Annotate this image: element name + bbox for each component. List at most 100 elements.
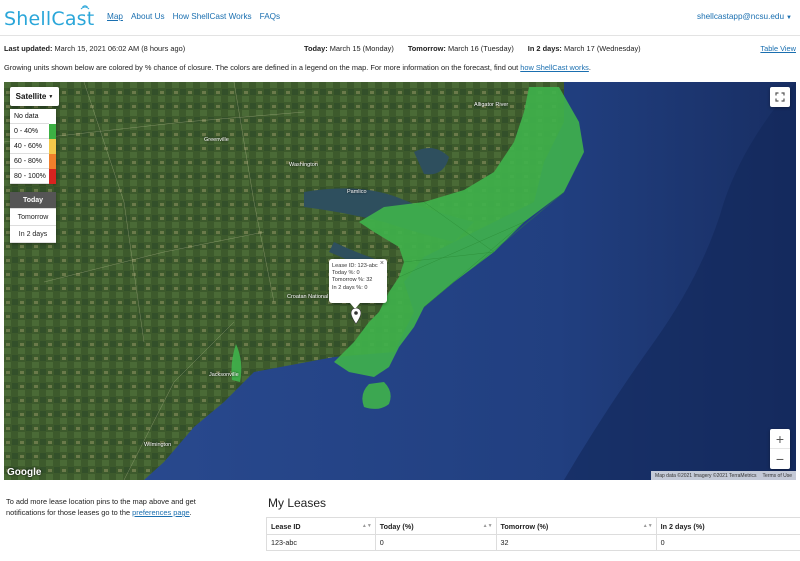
signal-wave-icon [80,5,90,10]
in2-label: In 2 days: [527,44,562,53]
legend-swatch [49,168,56,184]
legend-description-end: . [588,63,591,72]
map-label-alligator-river: Alligator River [474,102,509,108]
zoom-out-button[interactable]: − [770,449,790,469]
popup-in-2-days: In 2 days %: 0 [332,284,368,291]
sort-icon[interactable]: ▲▼ [643,523,653,529]
sort-icon[interactable]: ▲▼ [362,523,372,529]
zoom-in-button[interactable]: + [770,429,790,449]
column-header-in-2-days[interactable]: In 2 days (%) [655,517,800,535]
table-header-row: Lease ID ▲▼ Today (%) ▲▼ Tomorrow (%) ▲▼ In… [266,517,800,535]
today-label: Today: [304,44,328,53]
column-header-label[interactable]: Today (%) [380,522,414,531]
google-logo: Google [7,467,42,478]
fullscreen-button[interactable] [770,87,790,107]
forecast-days: Today: March 15 (Monday) Tomorrow: March… [304,44,641,53]
last-updated-label: Last updated: [4,44,53,53]
lease-info-popup: × Lease ID: 123-abc Today %: 0 Tomorrow … [329,259,387,303]
tomorrow-value: March 16 (Tuesday) [447,44,514,53]
user-email[interactable]: shellcastapp@ncsu.edu [697,12,784,21]
brand-name[interactable]: ShellCast [4,8,94,30]
last-updated: Last updated: March 15, 2021 06:02 AM (8… [4,44,185,53]
in2-value: March 17 (Wednesday) [563,44,641,53]
closure-legend: No data 0 - 40% 40 - 60% 60 - 80% 80 - 1… [10,108,56,184]
brand-logo[interactable]: ShellCast [4,4,94,30]
legend-swatch [49,138,56,154]
cell-in-2-days: 0 [655,534,800,551]
legend-row: 0 - 40% [10,123,56,139]
legend-swatch [49,108,56,124]
popup-tomorrow: Tomorrow %: 32 [332,277,373,284]
terms-of-use-link[interactable]: Terms of Use [763,473,792,479]
map-type-dropdown[interactable]: Satellite ▼ [10,87,59,106]
nav-faqs[interactable]: FAQs [260,12,280,21]
map[interactable]: Pamlico Croatan National Forest Wilmingt… [4,82,796,480]
today-value: March 15 (Monday) [329,44,394,53]
cell-tomorrow: 32 [495,534,657,551]
map-data-credit: Map data ©2021 Imagery ©2021 TerraMetric… [655,472,757,479]
legend-label: No data [14,112,39,120]
map-label-wilmington: Wilmington [144,442,172,448]
navbar: ShellCast Map About Us How ShellCast Wor… [0,0,800,36]
legend-row: No data [10,108,56,124]
column-header-label[interactable]: Tomorrow (%) [501,522,549,531]
column-header-label[interactable]: Lease ID [271,522,301,531]
map-label-washington: Washington [289,162,318,168]
preferences-note: To add more lease location pins to the m… [6,496,236,518]
legend-row: 60 - 80% [10,153,56,169]
column-header-label[interactable]: In 2 days (%) [661,522,705,531]
column-header-tomorrow[interactable]: Tomorrow (%) ▲▼ [495,517,657,535]
fullscreen-icon [775,92,785,102]
close-icon[interactable]: × [380,260,384,267]
day-button-today[interactable]: Today [10,192,56,209]
table-view-link[interactable]: Table View [760,44,796,53]
user-menu[interactable]: shellcastapp@ncsu.edu ▼ [697,12,792,21]
nav-map[interactable]: Map [107,12,123,21]
legend-swatch [49,153,56,169]
map-attribution: Map data ©2021 Imagery ©2021 TerraMetric… [651,471,796,480]
in2-date: In 2 days: March 17 (Wednesday) [528,44,641,53]
map-label-greenville: Greenville [204,137,229,143]
leases-table: Lease ID ▲▼ Today (%) ▲▼ Tomorrow (%) ▲▼ In… [266,517,800,551]
legend-swatch [49,123,56,139]
column-header-today[interactable]: Today (%) ▲▼ [374,517,497,535]
caret-down-icon: ▼ [48,93,54,100]
last-updated-value: March 15, 2021 06:02 AM (8 hours ago) [54,44,186,53]
popup-lease-id: Lease ID: 123-abc [332,263,378,269]
preferences-page-link[interactable]: preferences page [132,508,190,517]
legend-label: 0 - 40% [14,127,39,135]
caret-down-icon: ▼ [786,15,792,21]
popup-today: Today %: 0 [332,270,360,277]
map-pin-icon[interactable] [351,308,361,324]
tomorrow-label: Tomorrow: [407,44,446,53]
map-label-jacksonville: Jacksonville [209,372,239,378]
map-label-pamlico: Pamlico [347,189,367,195]
day-toggle: Today Tomorrow In 2 days [10,192,56,243]
zoom-controls: + − [770,429,790,469]
today-date: Today: March 15 (Monday) [304,44,394,53]
how-shellcast-works-link[interactable]: how ShellCast works [520,63,589,72]
legend-label: 60 - 80% [14,157,43,165]
preferences-note-end: . [189,508,192,517]
nav-about-us[interactable]: About Us [131,12,165,21]
nav-how-it-works[interactable]: How ShellCast Works [173,12,252,21]
my-leases-heading: My Leases [268,496,327,510]
legend-label: 80 - 100% [14,172,46,180]
map-type-label[interactable]: Satellite [16,92,47,101]
map-satellite-imagery[interactable] [4,82,796,480]
column-header-lease-id[interactable]: Lease ID ▲▼ [266,517,376,535]
forecast-info-row: Last updated: March 15, 2021 06:02 AM (8… [4,44,796,56]
nav-links: Map About Us How ShellCast Works FAQs [107,12,280,21]
sort-icon[interactable]: ▲▼ [483,523,493,529]
legend-description: Growing units shown below are colored by… [4,63,591,72]
table-row[interactable]: 123-abc 0 32 0 [266,534,800,551]
legend-description-text: Growing units shown below are colored by… [4,63,521,72]
legend-row: 40 - 60% [10,138,56,154]
legend-row: 80 - 100% [10,168,56,184]
day-button-tomorrow[interactable]: Tomorrow [10,209,56,226]
legend-label: 40 - 60% [14,142,43,150]
tomorrow-date: Tomorrow: March 16 (Tuesday) [408,44,514,53]
cell-lease-id: 123-abc [266,534,376,551]
cell-today: 0 [374,534,497,551]
day-button-in-2-days[interactable]: In 2 days [10,226,56,243]
